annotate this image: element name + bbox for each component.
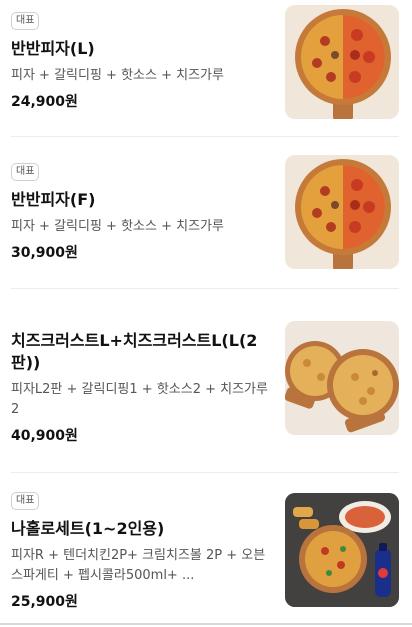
- signature-badge: 대표: [11, 492, 40, 510]
- menu-item-info: 대표 반반피자(F) 피자 + 갈릭디핑 + 핫소스 + 치즈가루 30,900…: [11, 159, 273, 263]
- menu-item-name: 치즈크러스트L+치즈크러스트L(L(2판)): [11, 331, 258, 372]
- menu-item[interactable]: 치즈크러스트L+치즈크러스트L(L(2판)) 피자L2판 + 갈릭디핑1 + 핫…: [0, 300, 412, 460]
- menu-item-price: 30,900원: [11, 245, 78, 261]
- menu-item-name: 반반피자(L): [11, 39, 95, 58]
- menu-item-name: 반반피자(F): [11, 190, 96, 209]
- menu-item-price: 24,900원: [11, 94, 78, 110]
- divider: [11, 288, 399, 289]
- signature-badge: 대표: [11, 163, 40, 181]
- menu-item[interactable]: 대표 반반피자(F) 피자 + 갈릭디핑 + 핫소스 + 치즈가루 30,900…: [0, 150, 412, 280]
- two-cheese-crust-pizzas-image: [285, 321, 399, 435]
- menu-item-name: 나홀로세트(1~2인용): [11, 519, 165, 538]
- menu-item[interactable]: 대표 반반피자(L) 피자 + 갈릭디핑 + 핫소스 + 치즈가루 24,900…: [0, 0, 412, 130]
- menu-item-info: 대표 반반피자(L) 피자 + 갈릭디핑 + 핫소스 + 치즈가루 24,900…: [11, 8, 273, 112]
- menu-item-image[interactable]: [285, 5, 399, 119]
- menu-item-info: 치즈크러스트L+치즈크러스트L(L(2판)) 피자L2판 + 갈릭디핑1 + 핫…: [11, 330, 273, 446]
- pizza-half-half-image: [285, 155, 399, 269]
- menu-item[interactable]: 대표 나홀로세트(1~2인용) 피자R + 텐더치킨2P+ 크림치즈볼 2P +…: [0, 480, 412, 620]
- menu-item-description: 피자R + 텐더치킨2P+ 크림치즈볼 2P + 오븐스파게티 + 펩시콜라50…: [11, 548, 266, 583]
- divider: [11, 136, 399, 137]
- menu-item-description: 피자 + 갈릭디핑 + 핫소스 + 치즈가루: [11, 219, 224, 234]
- menu-item-price: 40,900원: [11, 428, 78, 444]
- bottom-border: [0, 623, 412, 625]
- divider: [11, 472, 399, 473]
- menu-item-description: 피자L2판 + 갈릭디핑1 + 핫소스2 + 치즈가루 2: [11, 382, 268, 417]
- menu-item-image[interactable]: [285, 321, 399, 435]
- menu-item-info: 대표 나홀로세트(1~2인용) 피자R + 텐더치킨2P+ 크림치즈볼 2P +…: [11, 488, 273, 612]
- menu-item-price: 25,900원: [11, 594, 78, 610]
- pizza-half-half-image: [285, 5, 399, 119]
- signature-badge: 대표: [11, 12, 40, 30]
- menu-item-description: 피자 + 갈릭디핑 + 핫소스 + 치즈가루: [11, 68, 224, 83]
- solo-set-meal-image: [285, 493, 399, 607]
- menu-item-image[interactable]: [285, 493, 399, 607]
- menu-item-image[interactable]: [285, 155, 399, 269]
